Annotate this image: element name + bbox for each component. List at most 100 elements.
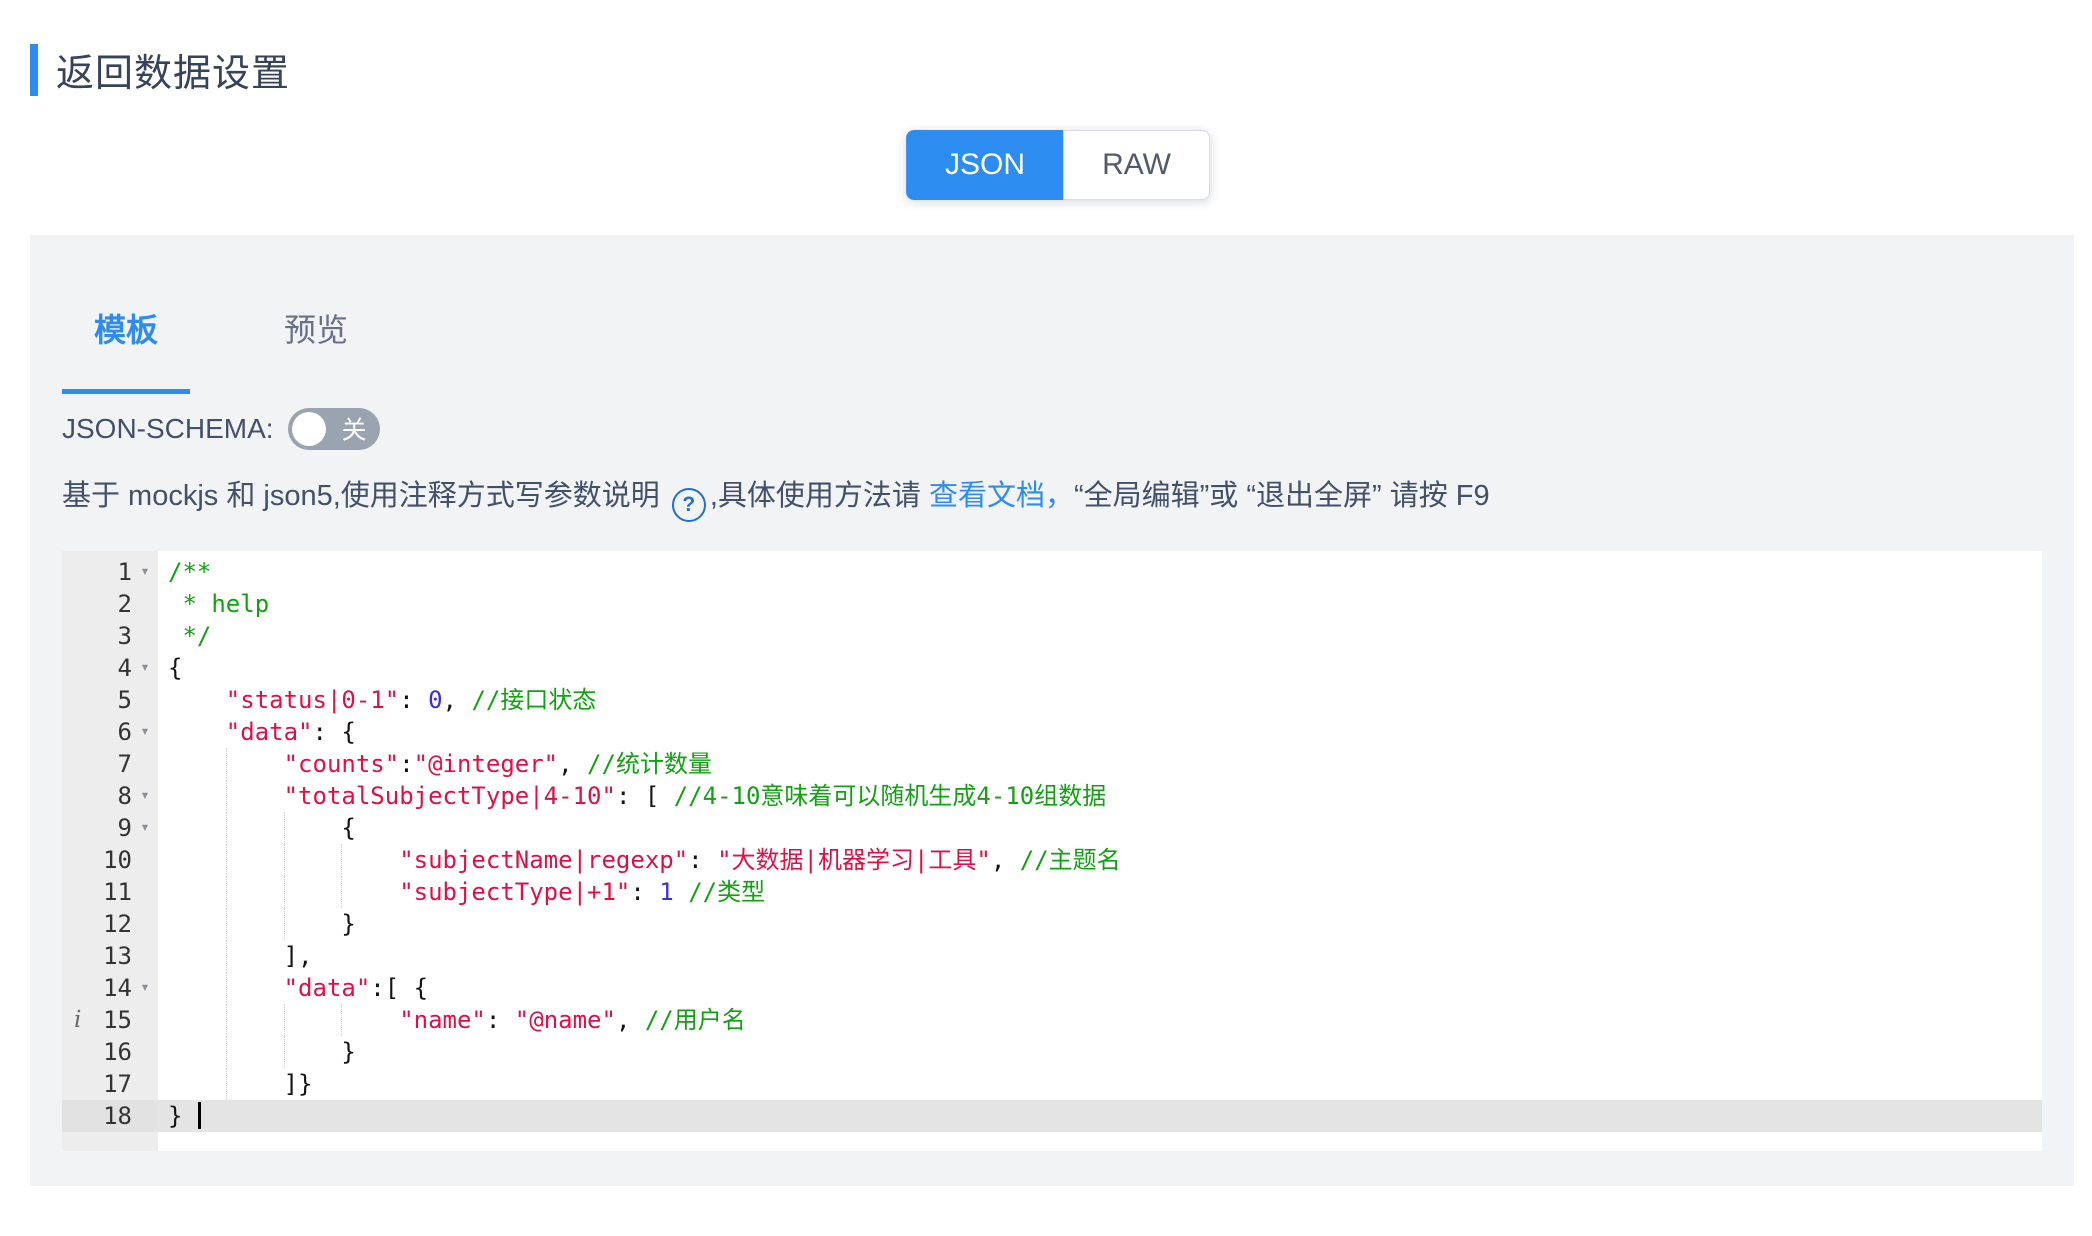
gutter-line-12: 12 bbox=[62, 908, 158, 940]
code-token: , bbox=[991, 846, 1020, 874]
json-schema-label: JSON-SCHEMA: bbox=[62, 413, 274, 445]
line-number: 11 bbox=[103, 878, 132, 906]
code-line-11[interactable]: "subjectType|+1": 1 //类型 bbox=[158, 876, 2042, 908]
code-token: : { bbox=[313, 718, 356, 746]
code-token: "@integer" bbox=[414, 750, 559, 778]
view-docs-link[interactable]: 查看文档， bbox=[929, 480, 1074, 512]
code-token: ]} bbox=[168, 1070, 313, 1098]
code-token: : bbox=[399, 750, 413, 778]
gutter-line-9: 9▾ bbox=[62, 812, 158, 844]
code-line-9[interactable]: { bbox=[158, 812, 2042, 844]
editor-code[interactable]: /** * help */{ "status|0-1": 0, //接口状态 "… bbox=[158, 551, 2042, 1151]
mock-settings-page: 返回数据设置 JSONRAW 模板预览 JSON-SCHEMA: 关 基于 mo… bbox=[0, 0, 2092, 1236]
question-circle-icon[interactable]: ? bbox=[672, 488, 706, 522]
fold-arrow-icon[interactable]: ▾ bbox=[133, 555, 157, 587]
line-number: 8 bbox=[118, 782, 132, 810]
code-token: } bbox=[168, 1038, 356, 1066]
fold-arrow-icon[interactable]: ▾ bbox=[133, 811, 157, 843]
code-token: 1 bbox=[659, 878, 673, 906]
indent-guide bbox=[284, 812, 285, 844]
code-line-3[interactable]: */ bbox=[158, 620, 2042, 652]
code-token: 0 bbox=[428, 686, 442, 714]
code-line-13[interactable]: ], bbox=[158, 940, 2042, 972]
gutter-line-14: 14▾ bbox=[62, 972, 158, 1004]
code-line-6[interactable]: "data": { bbox=[158, 716, 2042, 748]
json-schema-toggle[interactable]: 关 bbox=[288, 408, 380, 450]
page-title: 返回数据设置 bbox=[30, 42, 290, 97]
gutter-line-7: 7 bbox=[62, 748, 158, 780]
line-number: 16 bbox=[103, 1038, 132, 1066]
toggle-state-label: 关 bbox=[342, 410, 367, 446]
page-title-text: 返回数据设置 bbox=[56, 42, 290, 97]
gutter-line-15: i15 bbox=[62, 1004, 158, 1036]
code-token bbox=[168, 718, 226, 746]
indent-guide bbox=[341, 876, 342, 908]
indent-guide bbox=[341, 844, 342, 876]
gutter-line-11: 11 bbox=[62, 876, 158, 908]
fold-arrow-icon[interactable]: ▾ bbox=[133, 779, 157, 811]
line-number: 13 bbox=[103, 942, 132, 970]
code-token: :[ { bbox=[370, 974, 428, 1002]
indent-guide bbox=[284, 908, 285, 940]
gutter-line-16: 16 bbox=[62, 1036, 158, 1068]
tab-preview[interactable]: 预览 bbox=[252, 305, 380, 394]
indent-guide bbox=[226, 908, 227, 940]
code-line-17[interactable]: ]} bbox=[158, 1068, 2042, 1100]
code-token: * help bbox=[168, 590, 269, 618]
editor-gutter: 1▾234▾56▾78▾9▾1011121314▾i15161718 bbox=[62, 551, 158, 1151]
code-token: //接口状态 bbox=[471, 686, 596, 714]
gutter-line-4: 4▾ bbox=[62, 652, 158, 684]
code-line-14[interactable]: "data":[ { bbox=[158, 972, 2042, 1004]
fold-arrow-icon[interactable]: ▾ bbox=[133, 971, 157, 1003]
mock-code-editor[interactable]: 1▾234▾56▾78▾9▾1011121314▾i15161718 /** *… bbox=[62, 551, 2042, 1151]
code-token: "大数据|机器学习|工具" bbox=[717, 846, 991, 874]
indent-guide bbox=[226, 1068, 227, 1100]
indent-guide bbox=[341, 1004, 342, 1036]
indent-guide bbox=[284, 876, 285, 908]
code-line-12[interactable]: } bbox=[158, 908, 2042, 940]
code-line-8[interactable]: "totalSubjectType|4-10": [ //4-10意味着可以随机… bbox=[158, 780, 2042, 812]
indent-guide bbox=[226, 876, 227, 908]
code-token: , bbox=[616, 1006, 645, 1034]
code-token: } bbox=[168, 910, 356, 938]
indent-guide bbox=[226, 1036, 227, 1068]
code-token: { bbox=[168, 654, 182, 682]
code-token: , bbox=[443, 686, 472, 714]
code-line-15[interactable]: "name": "@name", //用户名 bbox=[158, 1004, 2042, 1036]
title-accent-bar bbox=[30, 44, 38, 96]
indent-guide bbox=[226, 1004, 227, 1036]
code-token: //4-10意味着可以随机生成4-10组数据 bbox=[674, 782, 1107, 810]
code-token: "@name" bbox=[515, 1006, 616, 1034]
code-line-16[interactable]: } bbox=[158, 1036, 2042, 1068]
line-number: 12 bbox=[103, 910, 132, 938]
code-line-7[interactable]: "counts":"@integer", //统计数量 bbox=[158, 748, 2042, 780]
gutter-line-6: 6▾ bbox=[62, 716, 158, 748]
line-number: 7 bbox=[118, 750, 132, 778]
line-number: 18 bbox=[103, 1102, 132, 1130]
mode-button-json[interactable]: JSON bbox=[906, 130, 1063, 200]
instructions-middle: ,具体使用方法请 bbox=[710, 480, 929, 512]
code-line-10[interactable]: "subjectName|regexp": "大数据|机器学习|工具", //主… bbox=[158, 844, 2042, 876]
code-line-2[interactable]: * help bbox=[158, 588, 2042, 620]
fold-arrow-icon[interactable]: ▾ bbox=[133, 651, 157, 683]
code-line-1[interactable]: /** bbox=[158, 556, 2042, 588]
indent-guide bbox=[226, 844, 227, 876]
code-token: : bbox=[399, 686, 428, 714]
code-token: "data" bbox=[284, 974, 371, 1002]
line-number: 14 bbox=[103, 974, 132, 1002]
code-line-18[interactable]: } bbox=[158, 1100, 2042, 1132]
code-line-4[interactable]: { bbox=[158, 652, 2042, 684]
tab-template[interactable]: 模板 bbox=[62, 305, 190, 394]
code-token bbox=[674, 878, 688, 906]
gutter-line-17: 17 bbox=[62, 1068, 158, 1100]
code-token: "subjectName|regexp" bbox=[399, 846, 688, 874]
json-schema-row: JSON-SCHEMA: 关 bbox=[62, 408, 2042, 450]
fold-arrow-icon[interactable]: ▾ bbox=[133, 715, 157, 747]
code-line-5[interactable]: "status|0-1": 0, //接口状态 bbox=[158, 684, 2042, 716]
mode-button-raw[interactable]: RAW bbox=[1063, 130, 1210, 200]
indent-guide bbox=[226, 780, 227, 812]
indent-guide bbox=[284, 1004, 285, 1036]
info-marker-icon: i bbox=[74, 1004, 81, 1036]
code-token: "status|0-1" bbox=[226, 686, 399, 714]
code-token: ], bbox=[168, 942, 313, 970]
